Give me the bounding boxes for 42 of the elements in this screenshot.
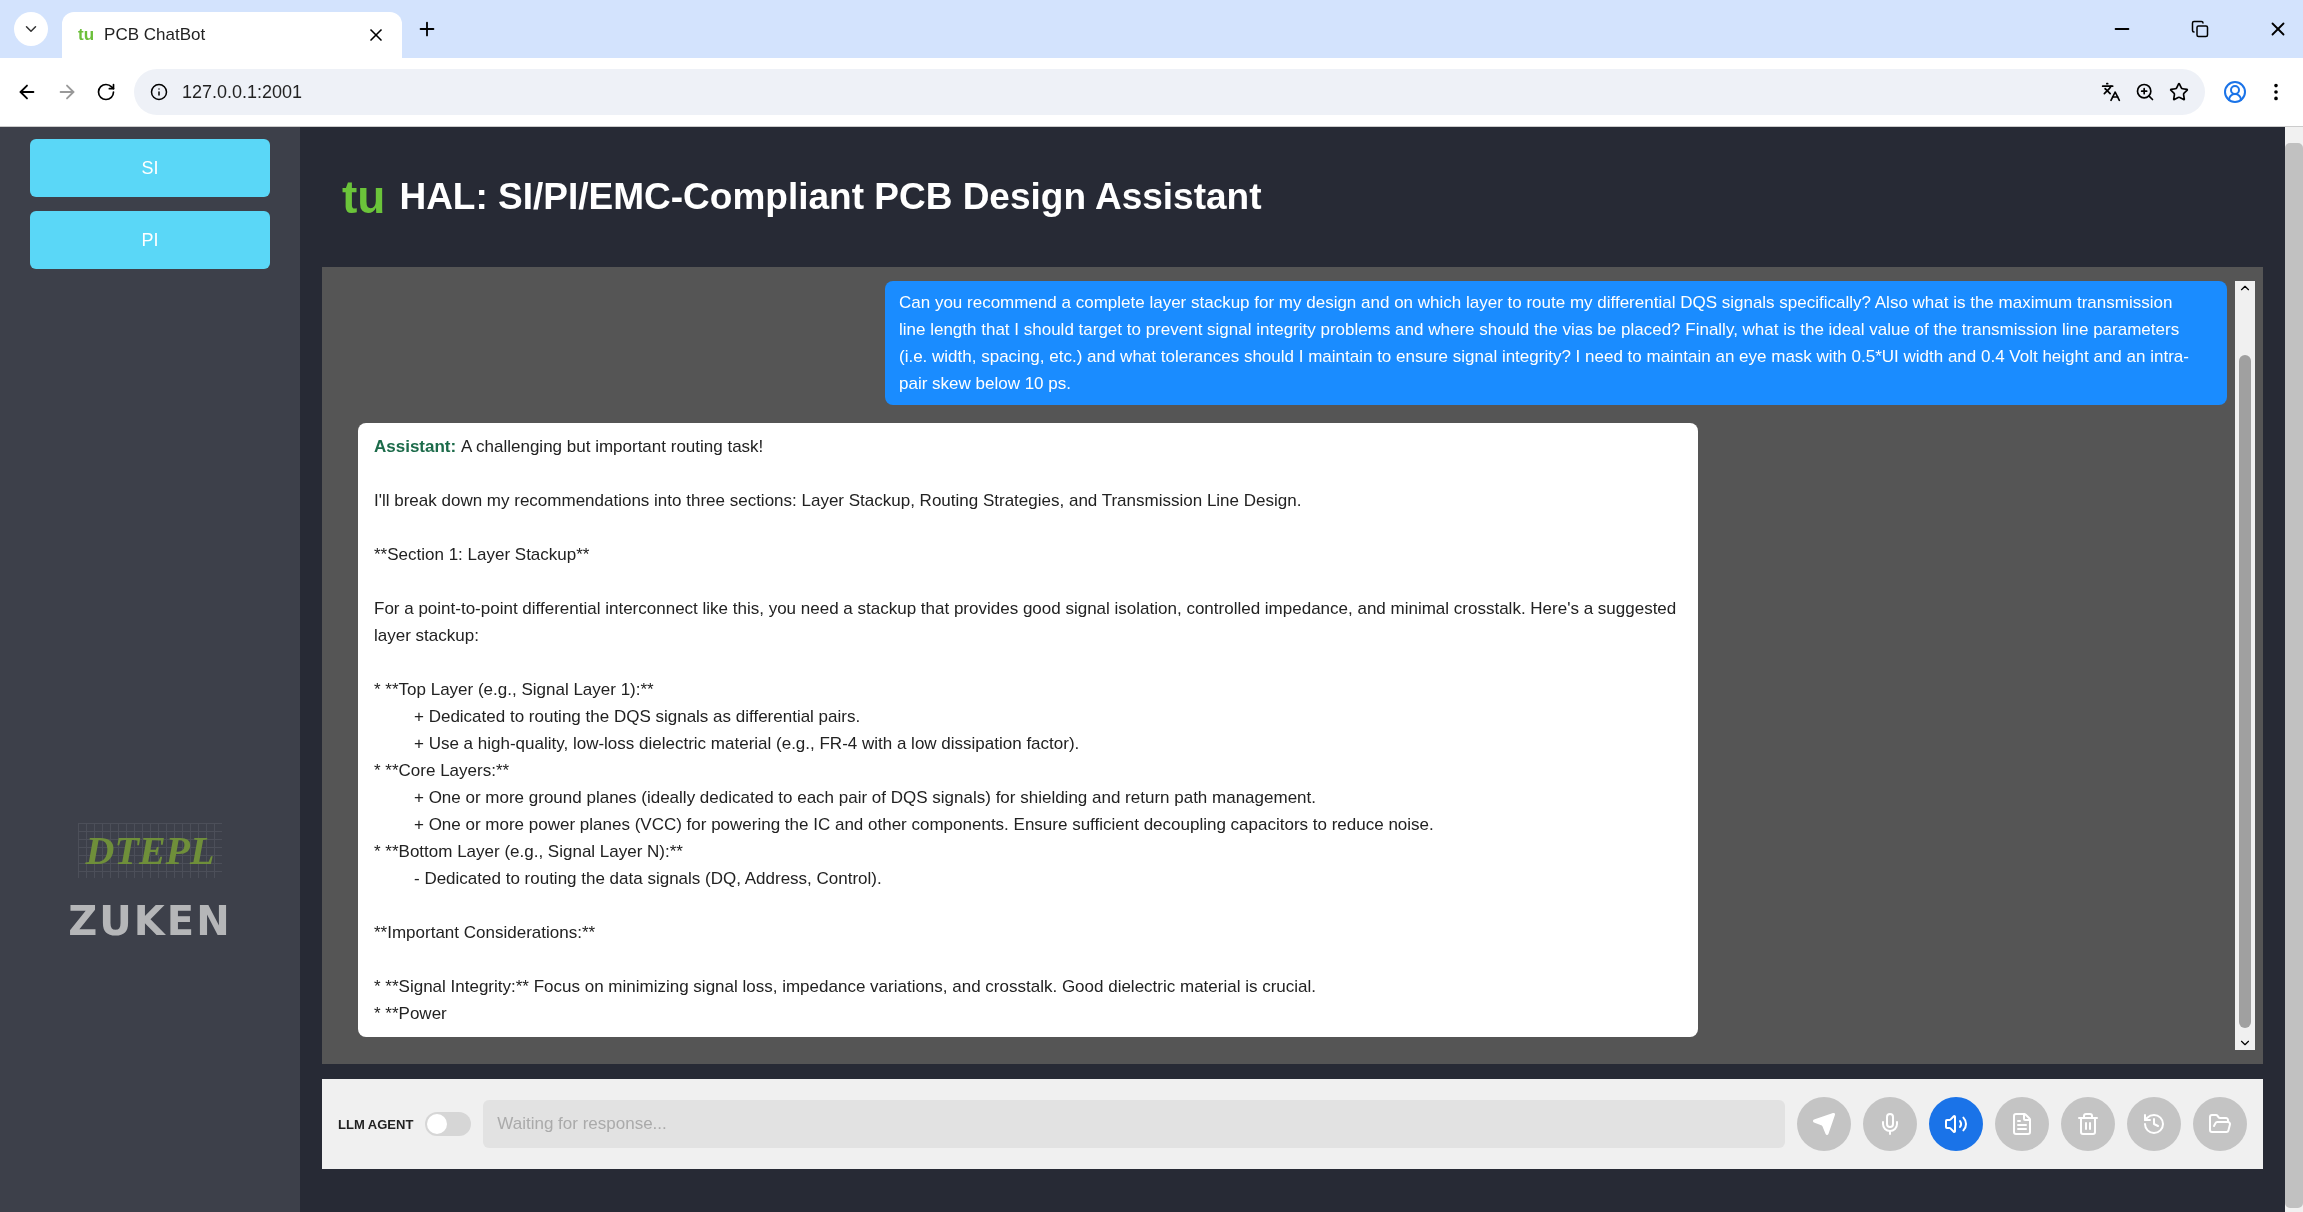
history-icon <box>2142 1112 2166 1136</box>
app-logo: tu <box>342 170 386 224</box>
agent-toggle[interactable] <box>425 1112 472 1136</box>
list-item: * **Bottom Layer (e.g., Signal Layer N):** <box>374 841 684 863</box>
partner-logo: DTEPL <box>77 823 223 878</box>
browser-tab[interactable]: tu PCB ChatBot <box>62 12 402 58</box>
restore-icon[interactable] <box>2191 20 2209 38</box>
list-item: * **Top Layer (e.g., Signal Layer 1):** <box>374 679 655 701</box>
reload-icon[interactable] <box>96 82 116 102</box>
message-paragraph: Can you recommend a complete layer stackup for my design and on which layer to route my differential DQS signals specifically? Also what is the maximum transmission line length that I should target to prevent signal integrity problems and where should the vias be placed? Finally, what is the ideal value of the transmission line parameters (i.e. width, spacing, etc.) and what tolerances should I maintain to ensure signal integrity? I need to maintain an eye mask with 0.5*UI width and 0.4 Volt height and an intra-pair skew below 10 ps. <box>899 292 2190 395</box>
trash-icon <box>2076 1112 2100 1136</box>
translate-icon[interactable] <box>2101 82 2121 102</box>
address-bar[interactable]: 127.0.0.1:2001 <box>134 69 2205 115</box>
list-item: * **Core Layers:** <box>374 760 511 782</box>
info-icon[interactable] <box>150 83 168 101</box>
message-paragraph: I'll break down my recommendations into three sections: Layer Stackup, Routing Strategies, and Transmission Line Design. <box>374 490 1303 512</box>
list-item: + Dedicated to routing the DQS signals as differential pairs. <box>413 706 862 728</box>
list-item: + Use a high-quality, low-loss dielectric material (e.g., FR-4 with a low dissipation factor). <box>413 733 1081 755</box>
page-scrollbar[interactable] <box>2285 127 2303 1212</box>
zoom-icon[interactable] <box>2135 82 2155 102</box>
message-paragraph: **Important Considerations:** <box>374 922 597 944</box>
list-item: * **Signal Integrity:** Focus on minimizing signal loss, impedance variations, and crosstalk. Good dielectric material is crucial. <box>374 976 1318 998</box>
list-item: + One or more ground planes (ideally dedicated to each pair of DQS signals) for shielding and return path management. <box>413 787 1317 809</box>
list-item: + One or more power planes (VCC) for powering the IC and other components. Ensure sufficient decoupling capacitors to reduce noise. <box>413 814 1435 836</box>
list-item: - Dedicated to routing the data signals (DQ, Address, Control). <box>413 868 883 890</box>
file-icon <box>2010 1112 2034 1136</box>
message-input[interactable]: Waiting for response... <box>483 1100 1785 1148</box>
bookmark-icon[interactable] <box>2169 82 2189 102</box>
speaker-icon <box>1944 1112 1968 1136</box>
message-paragraph: **Section 1: Layer Stackup** <box>374 544 591 566</box>
list-item: * **Power <box>374 1003 448 1025</box>
message-paragraph: Assistant: A challenging but important routing task! <box>374 436 765 458</box>
scrollbar[interactable] <box>2235 281 2255 1050</box>
page-title: HAL: SI/PI/EMC-Compliant PCB Design Assistant <box>399 176 1262 218</box>
profile-icon[interactable] <box>2223 80 2247 104</box>
message-paragraph: For a point-to-point differential interconnect like this, you need a stackup that provides good signal isolation, controlled impedance, and minimal crosstalk. Here's a suggested layer stackup: <box>374 598 1678 647</box>
tab-favicon: tu <box>78 25 95 45</box>
send-icon <box>1812 1112 1836 1136</box>
agent-label: LLM AGENT <box>338 1116 414 1132</box>
folder-icon <box>2208 1112 2232 1136</box>
speaker-button[interactable] <box>1929 1097 1983 1151</box>
partner-logo: ZUKEN <box>68 898 232 944</box>
